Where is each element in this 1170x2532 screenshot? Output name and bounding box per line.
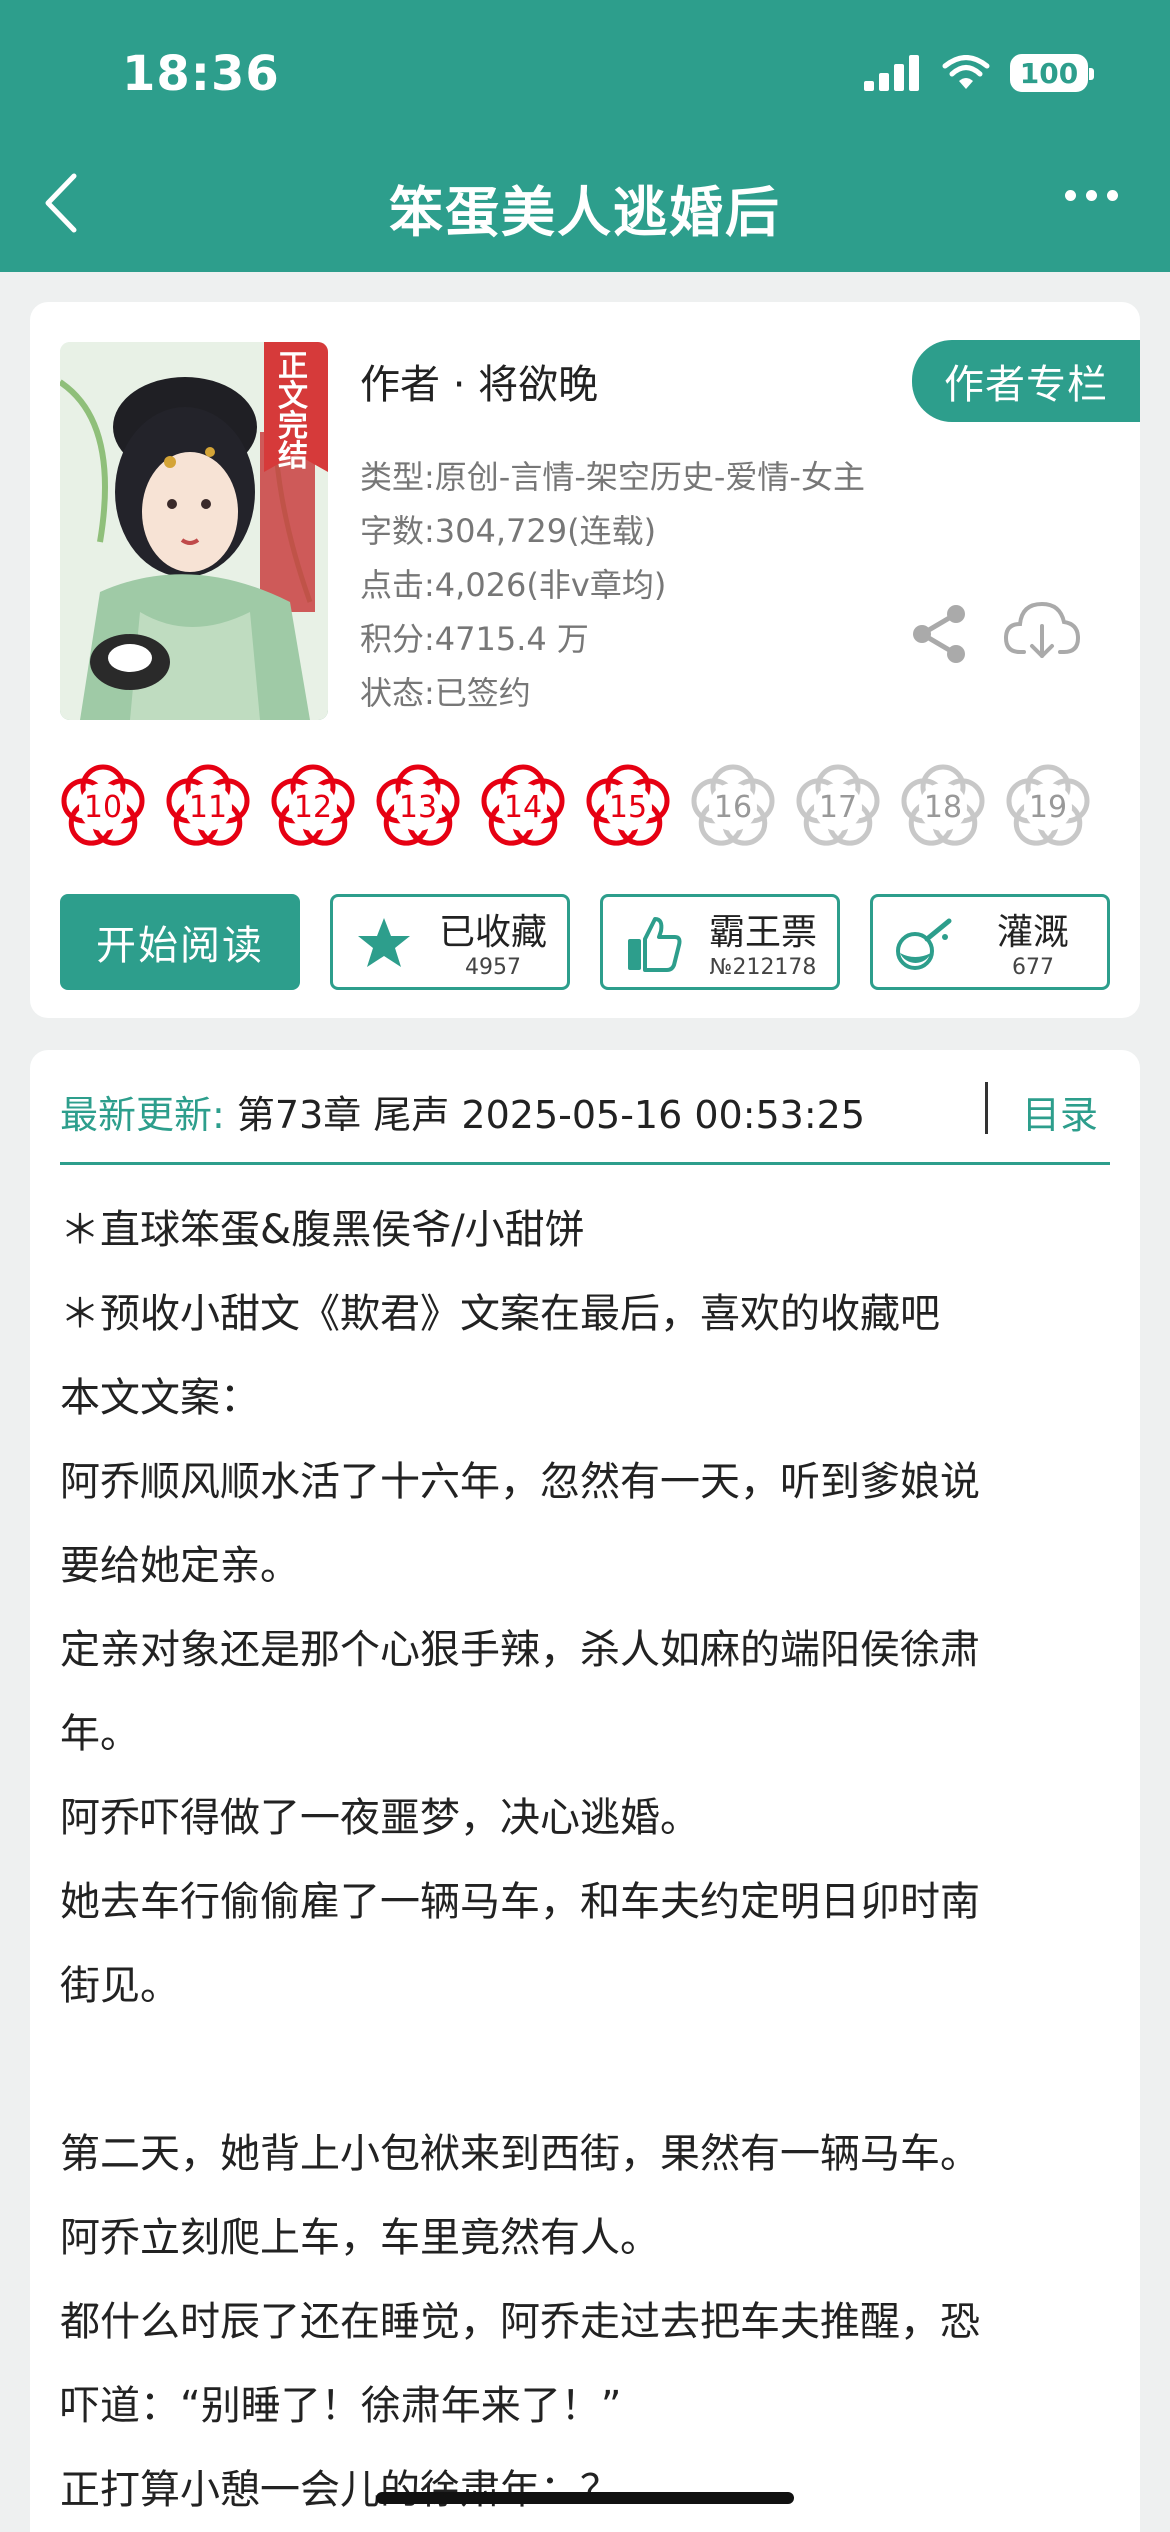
- description-line: 年。: [60, 1711, 140, 1757]
- download-cloud-icon[interactable]: [1004, 598, 1080, 662]
- collect-count: 4957: [465, 955, 521, 980]
- description-line: 定亲对象还是那个心狠手辣，杀人如麻的端阳侯徐肃: [60, 1627, 980, 1673]
- chapter-flower[interactable]: 14: [478, 762, 568, 852]
- chapter-flower-number: 15: [608, 790, 648, 825]
- chapter-flower-number: 12: [293, 790, 333, 825]
- description-line: 阿乔立刻爬上车，车里竟然有人。: [60, 2215, 660, 2261]
- author-name[interactable]: 作者 · 将欲晚: [360, 352, 598, 410]
- ticket-label: 霸王票: [708, 912, 817, 953]
- share-icon[interactable]: [910, 604, 970, 664]
- table-of-contents-link[interactable]: 目录: [1022, 1084, 1098, 1139]
- collect-button[interactable]: 已收藏 4957: [330, 894, 570, 990]
- chapter-flower-row: 10 11 12 13 14 15 16 17 18 19: [58, 762, 1110, 862]
- book-description: ＊直球笨蛋&腹黑侯爷/小甜饼 ＊预收小甜文《欺君》文案在最后，喜欢的收藏吧 本文…: [60, 1188, 1120, 2532]
- water-button[interactable]: 灌溉 677: [870, 894, 1110, 990]
- book-type: 类型:原创-言情-架空历史-爱情-女主: [360, 458, 865, 496]
- chapter-flower-number: 10: [83, 790, 123, 825]
- chapter-flower-number: 11: [188, 790, 228, 825]
- description-line: ＊预收小甜文《欺君》文案在最后，喜欢的收藏吧: [60, 1291, 940, 1337]
- chapter-flower[interactable]: 15: [583, 762, 673, 852]
- battery-indicator: 100: [1010, 54, 1094, 92]
- chapter-flower-number: 17: [818, 790, 858, 825]
- description-line: 第二天，她背上小包袱来到西街，果然有一辆马车。: [60, 2131, 980, 2177]
- status-icons: 100: [864, 54, 1094, 92]
- chapter-flower[interactable]: 16: [688, 762, 778, 852]
- description-line: 街见。: [60, 1963, 180, 2009]
- description-line: 正打算小憩一会儿的徐肃年：？: [60, 2467, 620, 2513]
- collect-label: 已收藏: [438, 912, 547, 953]
- description-line: 她去车行偷偷雇了一辆马车，和车夫约定明日卯时南: [60, 1879, 980, 1925]
- chapter-flower[interactable]: 18: [898, 762, 988, 852]
- chapter-flower-number: 14: [503, 790, 543, 825]
- chapter-flower-number: 16: [713, 790, 753, 825]
- book-info-card: 正文完结 作者 · 将欲晚 作者专栏 类型:原创-言情-架空历史-爱情-女主 字…: [30, 302, 1140, 1018]
- sign-status: 状态:已签约: [360, 674, 531, 712]
- description-line: 阿乔吓得做了一夜噩梦，决心逃婚。: [60, 1795, 700, 1841]
- chapter-flower[interactable]: 10: [58, 762, 148, 852]
- section-divider: [60, 1162, 1110, 1165]
- app-header: 18:36 100 笨蛋美人逃婚后: [0, 0, 1170, 272]
- chapter-flower[interactable]: 13: [373, 762, 463, 852]
- flask-icon: [896, 918, 952, 970]
- description-line: 吓道：“别睡了！徐肃年来了！”: [60, 2383, 622, 2429]
- ticket-count: №212178: [709, 955, 817, 980]
- description-line: 阿乔顺风顺水活了十六年，忽然有一天，听到爹娘说: [60, 1459, 980, 1505]
- latest-update-label: 最新更新:: [60, 1093, 225, 1137]
- divider: [985, 1082, 988, 1134]
- description-line: 都什么时辰了还在睡觉，阿乔走过去把车夫推醒，恐: [60, 2299, 980, 2345]
- water-label: 灌溉: [996, 912, 1069, 953]
- signal-icon: [864, 55, 919, 91]
- author-column-button[interactable]: 作者专栏: [912, 340, 1140, 422]
- chapter-flower-number: 19: [1028, 790, 1068, 825]
- word-count: 字数:304,729(连载): [360, 512, 657, 550]
- wifi-icon: [942, 55, 990, 89]
- home-indicator[interactable]: [376, 2492, 794, 2504]
- book-description-card: 最新更新: 第73章 尾声 2025-05-16 00:53:25 目录 ＊直球…: [30, 1050, 1140, 2532]
- thumbs-up-icon: [628, 917, 682, 972]
- chapter-flower[interactable]: 11: [163, 762, 253, 852]
- water-count: 677: [1012, 955, 1054, 980]
- description-line: ＊直球笨蛋&腹黑侯爷/小甜饼: [60, 1207, 585, 1253]
- description-line: 要给她定亲。: [60, 1543, 300, 1589]
- page-title: 笨蛋美人逃婚后: [389, 181, 781, 244]
- status-time: 18:36: [122, 46, 280, 102]
- star-icon: [358, 918, 410, 967]
- ticket-button[interactable]: 霸王票 №212178: [600, 894, 840, 990]
- start-reading-button[interactable]: 开始阅读: [60, 894, 300, 990]
- points: 积分:4715.4 万: [360, 620, 589, 658]
- more-icon[interactable]: [1065, 190, 1118, 201]
- book-cover[interactable]: 正文完结: [60, 342, 328, 720]
- latest-update-text: 第73章 尾声 2025-05-16 00:53:25: [236, 1093, 866, 1137]
- latest-update[interactable]: 最新更新: 第73章 尾声 2025-05-16 00:53:25: [60, 1084, 865, 1139]
- chapter-flower-number: 18: [923, 790, 963, 825]
- chapter-flower[interactable]: 19: [1003, 762, 1093, 852]
- cover-badge-text: 正文完结: [278, 349, 308, 474]
- description-line: 本文文案：: [60, 1375, 260, 1421]
- description-line: [60, 2028, 1120, 2112]
- click-count: 点击:4,026(非v章均): [360, 566, 667, 604]
- chapter-flower-number: 13: [398, 790, 438, 825]
- chapter-flower[interactable]: 17: [793, 762, 883, 852]
- chapter-flower[interactable]: 12: [268, 762, 358, 852]
